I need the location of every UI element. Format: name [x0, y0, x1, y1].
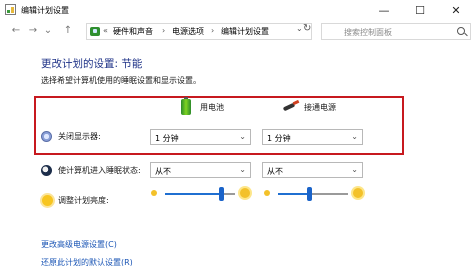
brightness-sun-icon: [42, 195, 53, 206]
brightness-plugged-in-slider[interactable]: [264, 186, 365, 202]
maximize-button[interactable]: ☐: [402, 0, 438, 20]
title-bar: 编辑计划设置 — ☐ ✕: [0, 0, 474, 20]
slider-fill: [278, 193, 310, 195]
chevron-down-icon: ⌄: [351, 132, 358, 141]
control-panel-icon: [5, 4, 16, 15]
back-arrow-icon[interactable]: ←: [10, 25, 22, 37]
breadcrumb-overflow-icon[interactable]: «: [103, 26, 108, 35]
column-header-plugged-in: 接通电源: [304, 103, 336, 112]
slider-thumb[interactable]: [307, 187, 312, 201]
control-panel-icon: [90, 27, 100, 36]
dim-sun-icon: [264, 190, 270, 196]
battery-icon: [181, 97, 191, 115]
address-row: ← → ⌄ ↑ « 硬件和声音 › 电源选项 › 编辑计划设置 ⌄ ↻ 搜索控制…: [0, 21, 474, 42]
address-bar[interactable]: « 硬件和声音 › 电源选项 › 编辑计划设置: [86, 23, 312, 40]
breadcrumb-separator-icon[interactable]: ›: [162, 26, 165, 35]
address-dropdown-icon[interactable]: ⌄: [296, 24, 303, 33]
chevron-down-icon: ⌄: [239, 165, 246, 174]
display-off-battery-select[interactable]: 1 分钟 ⌄: [150, 129, 251, 145]
window-title: 编辑计划设置: [21, 6, 69, 15]
chevron-down-icon: ⌄: [351, 165, 358, 174]
display-off-label: 关闭显示器:: [58, 132, 101, 141]
breadcrumb-separator-icon[interactable]: ›: [211, 26, 214, 35]
dim-sun-icon: [151, 190, 157, 196]
up-arrow-icon[interactable]: ↑: [62, 25, 74, 37]
forward-arrow-icon[interactable]: →: [27, 25, 39, 37]
select-value: 从不: [155, 167, 171, 176]
close-button[interactable]: ✕: [438, 0, 474, 20]
breadcrumb-hardware-sound[interactable]: 硬件和声音: [113, 26, 153, 37]
display-off-plugged-in-select[interactable]: 1 分钟 ⌄: [262, 129, 363, 145]
select-value: 1 分钟: [267, 134, 291, 143]
display-icon: [41, 131, 52, 142]
brightness-label: 调整计划亮度:: [58, 196, 109, 205]
bright-sun-icon: [353, 188, 363, 198]
recent-locations-chevron-icon[interactable]: ⌄: [42, 25, 54, 37]
breadcrumb-edit-plan[interactable]: 编辑计划设置: [221, 26, 269, 37]
brightness-battery-slider[interactable]: [151, 186, 252, 202]
chevron-down-icon: ⌄: [239, 132, 246, 141]
select-value: 从不: [267, 167, 283, 176]
bright-sun-icon: [240, 188, 250, 198]
slider-thumb[interactable]: [218, 187, 224, 201]
breadcrumb-power-options[interactable]: 电源选项: [172, 26, 204, 37]
search-icon[interactable]: [457, 27, 465, 35]
page-title: 更改计划的设置: 节能: [41, 58, 143, 70]
sleep-moon-icon: [41, 165, 52, 176]
column-header-battery: 用电池: [200, 103, 224, 112]
advanced-power-settings-link[interactable]: 更改高级电源设置(C): [41, 239, 117, 250]
sleep-battery-select[interactable]: 从不 ⌄: [150, 162, 251, 178]
refresh-icon[interactable]: ↻: [303, 23, 311, 34]
select-value: 1 分钟: [155, 134, 179, 143]
power-plug-icon: [282, 99, 300, 112]
search-placeholder: 搜索控制面板: [344, 28, 392, 37]
sleep-label: 使计算机进入睡眠状态:: [58, 166, 141, 175]
slider-fill: [165, 193, 221, 195]
restore-defaults-link[interactable]: 还原此计划的默认设置(R): [41, 257, 133, 266]
minimize-button[interactable]: —: [366, 0, 402, 20]
search-box[interactable]: 搜索控制面板: [321, 23, 471, 40]
sleep-plugged-in-select[interactable]: 从不 ⌄: [262, 162, 363, 178]
page-description: 选择希望计算机使用的睡眠设置和显示设置。: [41, 76, 201, 85]
